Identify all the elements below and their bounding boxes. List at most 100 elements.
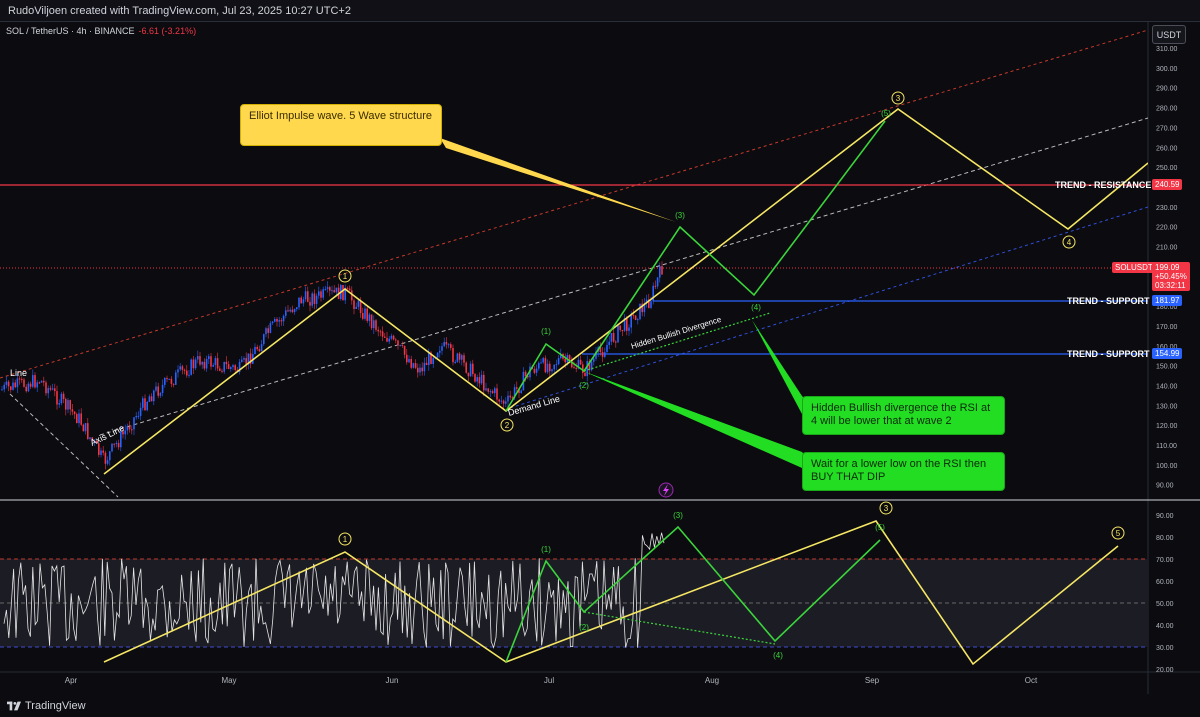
candle-body bbox=[302, 299, 305, 304]
tradingview-icon bbox=[7, 701, 21, 710]
price-tick-label: 210.00 bbox=[1156, 245, 1178, 252]
candle-body bbox=[318, 291, 320, 296]
candle-body bbox=[619, 325, 621, 330]
time-tick-label: Apr bbox=[65, 676, 78, 685]
svg-text:1: 1 bbox=[343, 535, 348, 544]
symbol-info[interactable]: SOL / TetherUS · 4h · BINANCE -6.61 (-3.… bbox=[6, 26, 196, 36]
candle-body bbox=[5, 381, 8, 385]
candle-body bbox=[65, 399, 67, 410]
candle-body bbox=[221, 370, 223, 372]
candle-body bbox=[243, 358, 245, 360]
candle-body bbox=[49, 388, 52, 390]
rsi-subwave-label-3: (3) bbox=[673, 511, 683, 520]
current-price: 199.09 bbox=[1155, 263, 1180, 272]
candle-body bbox=[199, 356, 201, 365]
candle-body bbox=[432, 358, 434, 364]
wait-note[interactable]: Wait for a lower low on the RSI then BUY… bbox=[802, 452, 1005, 491]
time-axis[interactable]: Apr May Jun Jul Aug Sep Oct bbox=[65, 676, 1038, 685]
red-dotted-channel[interactable] bbox=[0, 29, 1148, 379]
candle-body bbox=[34, 375, 36, 388]
rsi-subwave-label-5: (5) bbox=[875, 523, 885, 532]
candle-body bbox=[170, 378, 173, 384]
candle-body bbox=[637, 319, 639, 321]
hidden-divergence-note[interactable]: Hidden Bullish divergence the RSI at 4 w… bbox=[802, 396, 1005, 435]
candle-body bbox=[542, 358, 544, 363]
candle-body bbox=[461, 355, 463, 360]
candle-body bbox=[133, 417, 135, 430]
candle-body bbox=[67, 400, 69, 410]
candle-body bbox=[555, 364, 558, 366]
candle-body bbox=[333, 290, 335, 293]
candle-body bbox=[355, 306, 357, 309]
elliot-note-pointer bbox=[440, 138, 676, 222]
candle-body bbox=[469, 363, 472, 377]
white-axis-dashed-line[interactable] bbox=[9, 393, 119, 498]
price-tick-label: 310.00 bbox=[1156, 46, 1178, 53]
candle-body bbox=[357, 300, 360, 307]
candle-body bbox=[500, 400, 503, 402]
tradingview-logo[interactable]: TradingView bbox=[0, 700, 86, 712]
candle-body bbox=[390, 335, 393, 339]
candle-body bbox=[650, 301, 652, 308]
candle-body bbox=[478, 377, 481, 384]
candle-body bbox=[139, 407, 142, 416]
lightning-icon[interactable] bbox=[658, 482, 674, 498]
candle-body bbox=[69, 400, 71, 410]
rsi-axis[interactable]: 90.00 80.00 70.00 60.00 50.00 40.00 30.00 20.00 bbox=[1156, 513, 1174, 674]
candle-body bbox=[54, 388, 56, 392]
candle-body bbox=[307, 291, 309, 302]
support-price-tag-1: 181.97 bbox=[1152, 295, 1183, 306]
candle-body bbox=[304, 291, 307, 300]
price-tick-label: 230.00 bbox=[1156, 205, 1178, 212]
candle-body bbox=[329, 287, 331, 291]
candle-body bbox=[331, 290, 333, 292]
candle-body bbox=[274, 319, 276, 322]
candle-body bbox=[564, 358, 566, 363]
rsi-wave-label-1: 1 bbox=[338, 532, 352, 546]
candle-body bbox=[100, 450, 102, 455]
hidden-divergence-line[interactable] bbox=[583, 312, 771, 372]
candle-body bbox=[205, 359, 208, 369]
candle-body bbox=[483, 374, 485, 391]
wave-label-3: 3 bbox=[891, 91, 905, 105]
currency-button[interactable]: USDT bbox=[1152, 25, 1186, 44]
candle-body bbox=[579, 359, 582, 365]
candle-body bbox=[27, 383, 30, 392]
candle-body bbox=[381, 331, 384, 337]
candle-body bbox=[353, 300, 355, 309]
rsi-wave-label-3: 3 bbox=[879, 501, 893, 515]
blue-dotted-channel[interactable] bbox=[509, 206, 1148, 409]
time-tick-label: Jun bbox=[386, 676, 399, 685]
candle-body bbox=[106, 460, 109, 464]
candle-body bbox=[494, 388, 496, 394]
price-tick-label: 280.00 bbox=[1156, 106, 1178, 113]
support-price-tag-2: 154.99 bbox=[1152, 348, 1183, 359]
candle-body bbox=[436, 352, 439, 358]
candle-body bbox=[309, 301, 311, 306]
candle-body bbox=[447, 344, 450, 346]
candle-body bbox=[115, 442, 118, 445]
candle-body bbox=[480, 374, 483, 384]
elliot-note[interactable]: Elliot Impulse wave. 5 Wave structure bbox=[240, 104, 442, 146]
candle-body bbox=[280, 320, 283, 322]
candle-body bbox=[164, 378, 166, 385]
candle-body bbox=[443, 342, 445, 347]
svg-text:1: 1 bbox=[343, 272, 348, 281]
candle-body bbox=[621, 329, 624, 331]
candle-body bbox=[533, 369, 536, 373]
resistance-label: TREND - RESISTANCE bbox=[1055, 180, 1151, 190]
candle-body bbox=[76, 414, 78, 424]
candle-body bbox=[586, 361, 588, 377]
price-chart[interactable]: Line Axis Line Demand Line Hidden Bullis… bbox=[0, 0, 1200, 717]
candle-body bbox=[604, 352, 606, 357]
candle-body bbox=[465, 362, 467, 373]
rsi-tick-label: 40.00 bbox=[1156, 623, 1174, 630]
price-tick-label: 300.00 bbox=[1156, 66, 1178, 73]
candle-body bbox=[573, 367, 575, 369]
candle-body bbox=[153, 390, 155, 402]
candle-body bbox=[135, 415, 137, 418]
time-tick-label: Sep bbox=[865, 676, 880, 685]
candle-body bbox=[412, 363, 415, 368]
candle-body bbox=[126, 426, 129, 431]
candle-body bbox=[626, 318, 628, 331]
